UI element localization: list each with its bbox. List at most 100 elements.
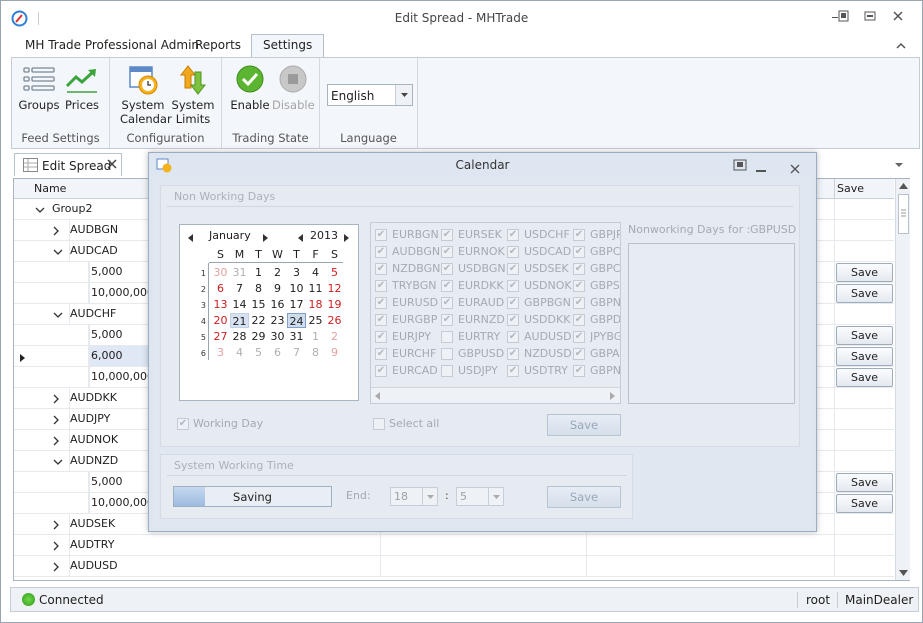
calendar-day[interactable]: 5 (249, 345, 268, 360)
calendar-day[interactable]: 9 (325, 345, 344, 360)
calendar-day[interactable]: 18 (306, 297, 325, 312)
column-save-header[interactable]: Save (837, 179, 864, 199)
currency-checkbox[interactable]: ✔ (507, 280, 519, 292)
currency-checkbox[interactable]: ✔ (375, 246, 387, 258)
calendar-day[interactable]: 28 (230, 329, 249, 344)
calendar-day[interactable]: 10 (287, 281, 306, 296)
currency-checkbox[interactable]: ✔ (441, 229, 453, 241)
calendar-day[interactable]: 3 (211, 345, 230, 360)
calendar-day[interactable]: 14 (230, 297, 249, 312)
currency-checkbox[interactable]: ✔ (375, 331, 387, 343)
calendar-day[interactable]: 9 (268, 281, 287, 296)
currency-checkbox[interactable]: ✔ (441, 246, 453, 258)
currency-checkbox[interactable]: ✔ (573, 348, 585, 360)
system-limits-button[interactable]: System Limits (170, 64, 216, 126)
calendar-month[interactable]: January (209, 229, 251, 242)
calendar-day[interactable]: 6 (268, 345, 287, 360)
scroll-down-icon[interactable] (899, 570, 908, 576)
calendar-day[interactable]: 3 (287, 265, 306, 280)
prev-year-icon[interactable] (298, 232, 304, 245)
currency-checkbox[interactable] (441, 331, 453, 343)
calendar-day[interactable]: 27 (211, 329, 230, 344)
currency-checkbox[interactable]: ✔ (375, 229, 387, 241)
calendar-day[interactable]: 4 (230, 345, 249, 360)
calendar-day[interactable]: 8 (249, 281, 268, 296)
scroll-left-icon[interactable] (375, 392, 381, 400)
calendar-day[interactable]: 6 (211, 281, 230, 296)
save-row-button[interactable]: Save (836, 494, 893, 513)
calendar-day[interactable]: 5 (325, 265, 344, 280)
enable-button[interactable]: Enable (230, 64, 270, 112)
save-row-button[interactable]: Save (836, 263, 893, 282)
save-row-button[interactable]: Save (836, 368, 893, 387)
calendar-day[interactable]: 30 (211, 265, 230, 280)
close-icon[interactable] (889, 10, 907, 26)
tab-edit-spread[interactable]: Edit Spread (14, 153, 122, 176)
tab-mh-trade-professional-admin[interactable]: MH Trade Professional Admin (14, 35, 210, 57)
currency-checkbox[interactable]: ✔ (573, 229, 585, 241)
next-year-icon[interactable] (344, 232, 350, 245)
expand-chevron-icon[interactable] (53, 520, 61, 533)
collapse-chevron-icon[interactable] (53, 247, 63, 260)
save-row-button[interactable]: Save (836, 284, 893, 303)
calendar-day[interactable]: 11 (306, 281, 325, 296)
currency-checkbox[interactable]: ✔ (441, 280, 453, 292)
currency-checkbox[interactable] (441, 348, 453, 360)
tab-list-chevron-icon[interactable] (894, 159, 904, 172)
tab-reports[interactable]: Reports (184, 35, 252, 57)
calendar-day[interactable]: 26 (325, 313, 344, 328)
system-calendar-button[interactable]: System Calendar (120, 64, 172, 126)
calendar-day[interactable]: 30 (268, 329, 287, 344)
calendar-day[interactable]: 4 (306, 265, 325, 280)
table-row[interactable]: AUDUSD (14, 556, 894, 577)
save-row-button[interactable]: Save (836, 347, 893, 366)
scroll-up-icon[interactable] (899, 183, 908, 189)
currency-checkbox[interactable]: ✔ (375, 314, 387, 326)
expand-chevron-icon[interactable] (53, 226, 61, 239)
save-row-button[interactable]: Save (836, 326, 893, 345)
currency-checkbox[interactable]: ✔ (507, 331, 519, 343)
currency-checkbox[interactable]: ✔ (375, 280, 387, 292)
currency-checkbox[interactable] (441, 365, 453, 377)
tab-settings[interactable]: Settings (251, 34, 325, 58)
chevron-down-icon[interactable] (422, 488, 437, 505)
calendar-day[interactable]: 24 (287, 313, 306, 328)
horizontal-scrollbar[interactable] (371, 387, 620, 403)
expand-chevron-icon[interactable] (53, 562, 61, 575)
expand-chevron-icon[interactable] (53, 394, 61, 407)
prev-month-icon[interactable] (188, 232, 194, 245)
currency-checkbox[interactable]: ✔ (441, 263, 453, 275)
expand-chevron-icon[interactable] (53, 415, 61, 428)
save-row-button[interactable]: Save (836, 473, 893, 492)
calendar-day[interactable]: 7 (230, 281, 249, 296)
nonworking-days-list[interactable] (628, 243, 795, 404)
prices-button[interactable]: Prices (62, 64, 102, 112)
column-name-header[interactable]: Name (34, 179, 66, 199)
calendar-day[interactable]: 15 (249, 297, 268, 312)
calendar-day[interactable]: 25 (306, 313, 325, 328)
calendar-day[interactable]: 31 (287, 329, 306, 344)
calendar-day[interactable]: 2 (325, 329, 344, 344)
calendar-day[interactable]: 16 (268, 297, 287, 312)
currency-checkbox[interactable]: ✔ (573, 246, 585, 258)
restore-icon[interactable] (831, 10, 849, 26)
groups-button[interactable]: Groups (18, 64, 60, 112)
currency-checkbox[interactable]: ✔ (573, 331, 585, 343)
end-hour-field[interactable]: 18 (390, 487, 438, 506)
language-select[interactable]: English (327, 84, 413, 106)
disable-button[interactable]: Disable (272, 64, 315, 112)
currency-checkbox[interactable]: ✔ (441, 297, 453, 309)
currency-checkbox[interactable]: ✔ (573, 314, 585, 326)
calendar-day[interactable]: 2 (268, 265, 287, 280)
currency-checkbox[interactable]: ✔ (375, 365, 387, 377)
currency-checkbox[interactable]: ✔ (507, 263, 519, 275)
working-day-checkbox[interactable]: ✔ (177, 418, 189, 430)
collapse-chevron-icon[interactable] (53, 457, 63, 470)
calendar-day[interactable]: 12 (325, 281, 344, 296)
currency-checkbox[interactable]: ✔ (507, 348, 519, 360)
calendar-day[interactable]: 1 (306, 329, 325, 344)
save-non-working-days-button[interactable]: Save (547, 414, 621, 436)
calendar-day[interactable]: 19 (325, 297, 344, 312)
calendar-day[interactable]: 22 (249, 313, 268, 328)
select-all-checkbox[interactable] (373, 418, 385, 430)
